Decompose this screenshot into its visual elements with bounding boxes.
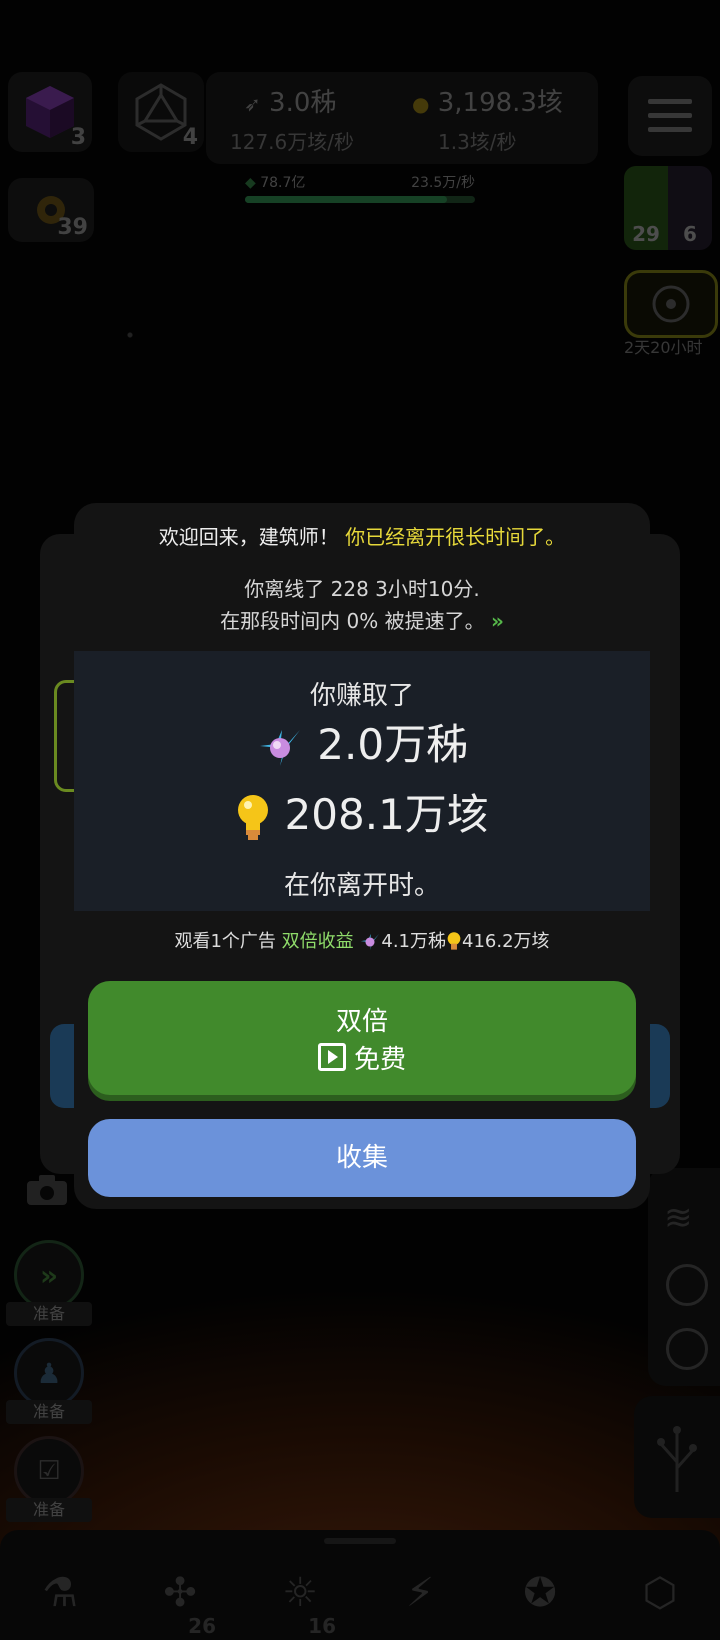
ad-bulb-amount: 416.2万垓 [462, 931, 550, 952]
earnings-rocket: 2.0万秭 [74, 711, 650, 772]
lightbulb-icon [447, 932, 461, 950]
double-reward-button[interactable]: 双倍 免费 [88, 981, 636, 1095]
earnings-bulb: 208.1万垓 [74, 781, 650, 844]
double-reward-label: 双倍收益 [281, 931, 354, 952]
earnings-title: 你赚取了 [309, 681, 414, 711]
rocket-icon [259, 729, 300, 766]
welcome-text: 欢迎回来，建筑师！ 你已经离开很长时间了。 [158, 525, 566, 549]
offline-info: 你离线了 228 3小时10分. 在那段时间内 0% 被提速了。 » [74, 573, 650, 637]
double-button-subtitle: 免费 [88, 1039, 636, 1076]
welcome-back-dialog: 欢迎回来，建筑师！ 你已经离开很长时间了。 你离线了 228 3小时10分. 在… [74, 503, 650, 1209]
earnings-panel: 你赚取了 2.0万秭 208.1万垓 在你离开时。 [74, 651, 650, 911]
boost-info: 在那段时间内 0% 被提速了。 » [220, 609, 504, 633]
ad-rocket-amount: 4.1万秭 [381, 931, 447, 952]
collect-button[interactable]: 收集 [88, 1119, 636, 1197]
offline-duration: 你离线了 228 3小时10分. [244, 577, 480, 601]
away-notice: 你已经离开很长时间了。 [345, 525, 566, 549]
double-button-title: 双倍 [335, 1007, 388, 1037]
lightbulb-icon [238, 794, 269, 840]
earnings-footer: 在你离开时。 [283, 871, 440, 901]
rocket-icon [361, 933, 380, 951]
play-video-icon [317, 1043, 346, 1071]
double-chevron-icon: » [490, 609, 504, 633]
ad-offer: 观看1个广告 双倍收益 4.1万秭 416.2万垓 [174, 931, 550, 952]
